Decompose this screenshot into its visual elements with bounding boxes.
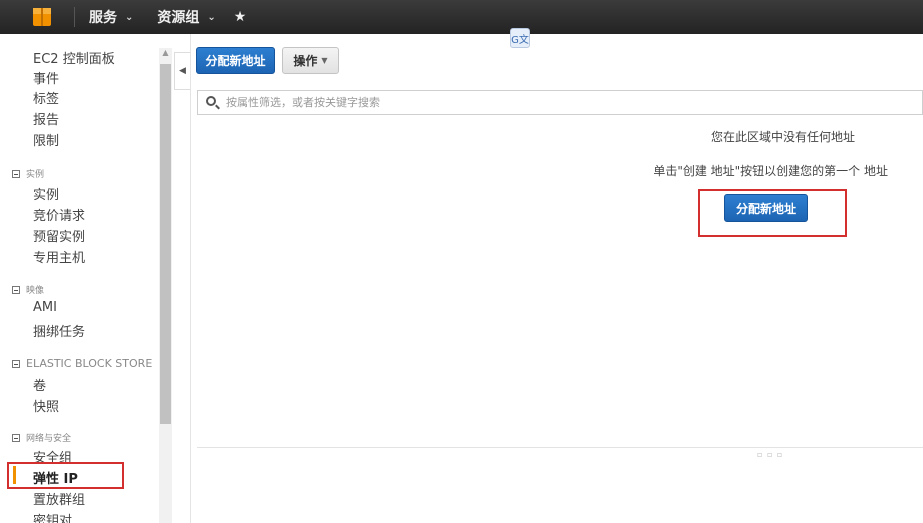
sidebar-item-key-pairs[interactable]: 密钥对	[33, 510, 72, 523]
collapse-icon	[12, 433, 20, 442]
chevron-down-icon: ⌄	[207, 11, 216, 23]
section-header-label: ELASTIC BLOCK STORE	[26, 357, 153, 370]
empty-state-hint: 单击"创建 地址"按钮以创建您的第一个 地址	[653, 164, 888, 178]
section-header-label: 网络与安全	[26, 434, 72, 444]
sidebar-section-images[interactable]: 映像	[12, 283, 44, 296]
sidebar-item-dedicated-hosts[interactable]: 专用主机	[33, 247, 85, 266]
caret-left-icon: ◀	[179, 66, 186, 76]
sidebar-item-snapshots[interactable]: 快照	[33, 396, 59, 415]
collapse-sidebar-handle[interactable]: ◀	[174, 52, 190, 90]
pin-icon[interactable]: ★	[234, 9, 247, 25]
nav-divider	[74, 7, 75, 27]
sidebar-item-events[interactable]: 事件	[33, 68, 59, 87]
sidebar-item-ec2-dashboard[interactable]: EC2 控制面板	[33, 48, 115, 67]
sidebar-divider	[190, 34, 191, 523]
search-input[interactable]	[226, 96, 906, 109]
sidebar-section-ebs[interactable]: ELASTIC BLOCK STORE	[12, 357, 152, 370]
splitter-grip-icon[interactable]: ▫ ▫ ▫	[757, 450, 783, 459]
services-menu[interactable]: 服务 ⌄	[89, 7, 133, 27]
annotation-highlight-box	[698, 189, 847, 237]
filter-bar[interactable]	[197, 90, 923, 115]
empty-state-message: 您在此区域中没有任何地址	[710, 130, 855, 144]
collapse-icon	[12, 359, 20, 368]
resource-groups-label: 资源组	[157, 10, 200, 26]
sidebar-item-bundle-tasks[interactable]: 捆绑任务	[33, 321, 85, 340]
actions-label: 操作	[293, 54, 318, 68]
sidebar-item-instances[interactable]: 实例	[33, 184, 59, 203]
scrollbar-thumb[interactable]	[160, 64, 171, 424]
chevron-down-icon: ▼	[321, 56, 328, 65]
sidebar-item-reserved-instances[interactable]: 预留实例	[33, 226, 85, 245]
sidebar: EC2 控制面板 事件 标签 报告 限制 实例 实例 竞价请求 预留实例 专用主…	[0, 34, 174, 523]
sidebar-item-limits[interactable]: 限制	[33, 130, 59, 149]
sidebar-item-volumes[interactable]: 卷	[33, 375, 46, 394]
section-header-label: 映像	[26, 286, 45, 296]
actions-dropdown-button[interactable]: 操作 ▼	[282, 47, 339, 74]
search-icon	[206, 95, 220, 110]
translate-icon[interactable]: G文	[510, 28, 530, 48]
aws-logo-icon[interactable]	[30, 6, 56, 28]
sidebar-item-ami[interactable]: AMI	[33, 300, 57, 315]
resource-groups-menu[interactable]: 资源组 ⌄	[157, 7, 215, 27]
annotation-highlight-box	[7, 462, 124, 489]
collapse-icon	[12, 169, 20, 178]
sidebar-section-network-security[interactable]: 网络与安全	[12, 431, 71, 444]
scroll-up-icon[interactable]: ▲	[159, 48, 172, 60]
sidebar-item-tags[interactable]: 标签	[33, 88, 59, 107]
sidebar-section-instances[interactable]: 实例	[12, 167, 44, 180]
section-header-label: 实例	[26, 170, 45, 180]
top-navigation-bar: 服务 ⌄ 资源组 ⌄ ★	[0, 0, 923, 34]
chevron-down-icon: ⌄	[125, 11, 134, 23]
services-label: 服务	[89, 10, 117, 26]
panel-splitter[interactable]	[197, 447, 923, 448]
allocate-new-address-button[interactable]: 分配新地址	[196, 47, 275, 74]
sidebar-item-spot-requests[interactable]: 竞价请求	[33, 205, 85, 224]
collapse-icon	[12, 285, 20, 294]
sidebar-item-placement-groups[interactable]: 置放群组	[33, 489, 85, 508]
sidebar-item-reports[interactable]: 报告	[33, 109, 59, 128]
